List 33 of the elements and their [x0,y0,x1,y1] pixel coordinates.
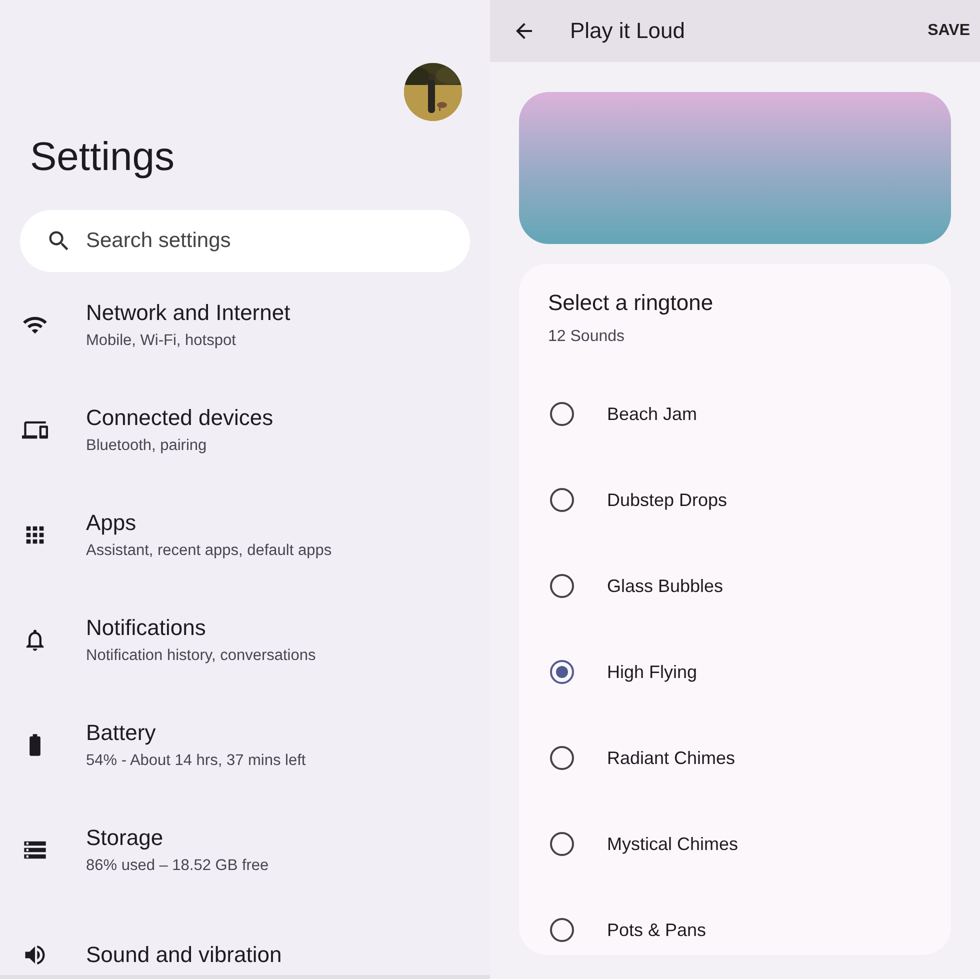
radio-button[interactable] [550,746,574,770]
save-button[interactable]: SAVE [928,18,970,44]
setting-subtitle: Notification history, conversations [86,646,316,664]
radio-button[interactable] [550,402,574,426]
setting-title[interactable]: Sound and vibration [86,942,282,968]
setting-title[interactable]: Notifications [86,614,316,640]
setting-title[interactable]: Storage [86,824,269,850]
setting-title[interactable]: Battery [86,720,306,746]
setting-subtitle: 86% used – 18.52 GB free [86,856,269,874]
radio-button[interactable] [550,574,574,598]
setting-subtitle: Mobile, Wi-Fi, hotspot [86,332,237,350]
sound-count: 12 Sounds [548,328,626,346]
radio-button[interactable] [550,660,574,684]
ringtone-label[interactable]: Dubstep Drops [607,490,728,510]
card-title: Select a ringtone [548,290,714,316]
setting-title[interactable]: Network and Internet [86,300,290,326]
setting-title[interactable]: Connected devices [86,404,274,430]
ringtone-label[interactable]: Radiant Chimes [607,748,736,768]
ringtone-label[interactable]: Glass Bubbles [607,576,724,596]
radio-button[interactable] [550,488,574,512]
radio-button[interactable] [550,918,574,942]
setting-subtitle: Assistant, recent apps, default apps [86,542,332,560]
setting-subtitle: 54% - About 14 hrs, 37 mins left [86,752,306,770]
setting-title[interactable]: Apps [86,510,332,536]
ringtone-label[interactable]: Pots & Pans [607,920,706,940]
ringtone-label[interactable]: Beach Jam [607,404,698,424]
radio-button[interactable] [550,832,574,856]
ringtone-label[interactable]: High Flying [607,662,698,682]
page-title: Settings [30,135,176,180]
setting-subtitle: Bluetooth, pairing [86,436,208,454]
screen-title: Play it Loud [570,18,686,44]
ringtone-label[interactable]: Mystical Chimes [607,834,738,854]
search-field[interactable]: Search settings [20,210,470,272]
